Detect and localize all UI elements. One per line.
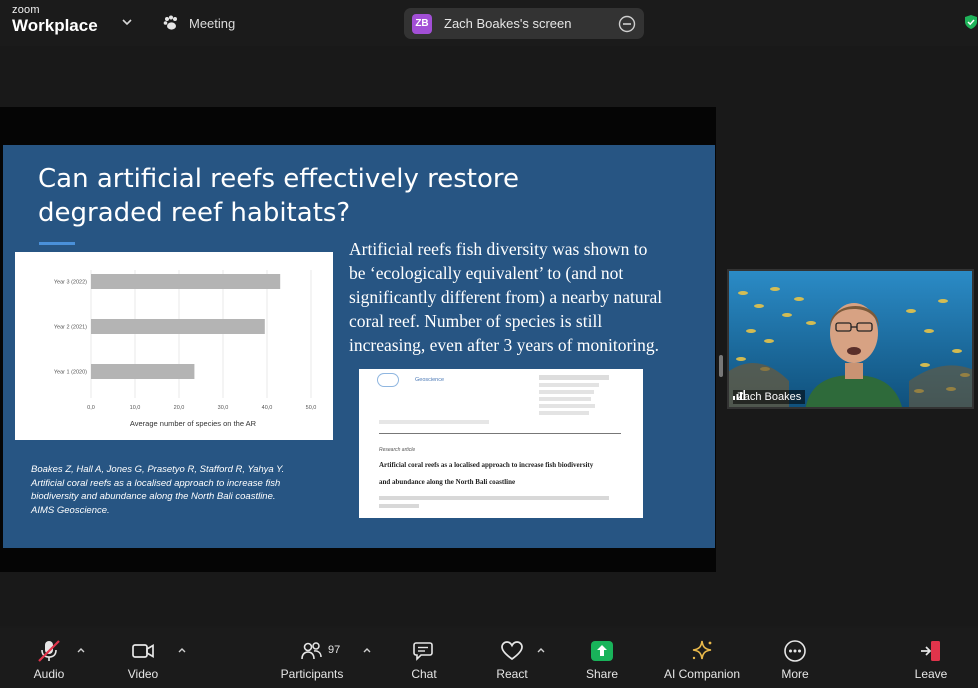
participants-options-caret-icon[interactable] xyxy=(362,646,372,654)
leave-label: Leave xyxy=(914,667,948,681)
paper-authors xyxy=(379,494,629,508)
body-line: coral reef. Number of species is still xyxy=(349,311,603,331)
share-button[interactable]: Share xyxy=(581,628,623,688)
body-line: Artificial reefs fish diversity was show… xyxy=(349,239,648,259)
meeting-label: Meeting xyxy=(189,15,236,31)
citation-line: Boakes Z, Hall A, Jones G, Prasetyo R, S… xyxy=(31,464,285,475)
participants-button[interactable]: Participants xyxy=(276,628,348,688)
signal-bars-icon xyxy=(733,390,745,400)
ai-sparkle-icon xyxy=(692,640,712,660)
citation-line: biodiversity and abundance along the Nor… xyxy=(31,491,276,502)
chart-category-label: Year 1 (2020) xyxy=(54,370,87,376)
screen-share-label: Zach Boakes's screen xyxy=(444,16,572,31)
body-line: increasing, even after 3 years of monito… xyxy=(349,335,660,355)
more-button[interactable]: More xyxy=(774,628,816,688)
chat-button[interactable]: Chat xyxy=(404,628,444,688)
paper-meta xyxy=(539,373,639,415)
chart-category-label: Year 3 (2022) xyxy=(54,280,87,286)
share-label: Share xyxy=(585,667,619,681)
chat-label: Chat xyxy=(411,667,437,681)
sharer-avatar: ZB xyxy=(412,13,432,34)
meeting-toolbar: Audio Video Participants 97 Chat React S… xyxy=(0,628,978,688)
paper-title: Artificial coral reefs as a localised ap… xyxy=(379,457,629,491)
citation-line: Artificial coral reefs as a localised ap… xyxy=(31,477,281,489)
participant-video-tile[interactable]: Zach Boakes xyxy=(727,269,974,409)
chart-x-axis-label: Average number of species on the AR xyxy=(130,419,257,428)
more-label: More xyxy=(781,667,809,681)
journal-name: Geoscience xyxy=(415,377,445,383)
react-options-caret-icon[interactable] xyxy=(536,646,546,654)
citation-text: Boakes Z, Hall A, Jones G, Prasetyo R, S… xyxy=(31,463,341,517)
slide-title: Can artificial reefs effectively restore… xyxy=(38,162,638,230)
participants-label: Participants xyxy=(280,667,344,681)
chart-category-label: Year 2 (2021) xyxy=(54,325,87,331)
video-feed xyxy=(729,271,972,407)
chart-bar xyxy=(91,274,281,289)
heart-icon xyxy=(501,641,523,661)
chevron-down-icon[interactable] xyxy=(120,15,134,29)
video-options-caret-icon[interactable] xyxy=(177,646,187,654)
security-shield-icon[interactable] xyxy=(964,14,978,30)
chart-tick-label: 50,0 xyxy=(306,405,317,411)
species-bar-chart: 0,0 10,0 20,0 30,0 40,0 50,0 Year 3 (2022) Year… xyxy=(15,252,333,440)
chart-bar xyxy=(91,319,265,334)
participants-count: 97 xyxy=(328,644,341,656)
meeting-menu[interactable]: Meeting xyxy=(162,13,235,33)
paper-title-line: Artificial coral reefs as a localised ap… xyxy=(379,461,594,469)
minus-circle-icon[interactable] xyxy=(618,15,636,33)
paper-url xyxy=(379,420,489,424)
citation-line: AIMS Geoscience. xyxy=(31,504,110,516)
brand-bottom: Workplace xyxy=(12,16,98,35)
ai-companion-button[interactable]: AI Companion xyxy=(656,628,748,688)
slide-title-line: Can artificial reefs effectively restore xyxy=(38,164,520,194)
slide-body-text: Artificial reefs fish diversity was show… xyxy=(349,237,709,357)
chart-tick-label: 10,0 xyxy=(130,405,141,411)
react-label: React xyxy=(496,667,528,681)
leave-door-icon xyxy=(921,641,940,661)
chart-tick-label: 0,0 xyxy=(87,405,95,411)
chat-bubble-icon xyxy=(413,642,433,661)
top-bar: zoom Workplace Meeting ZB Zach Boakes's … xyxy=(0,0,978,46)
body-line: be ‘ecologically equivalent’ to (and not xyxy=(349,263,624,283)
video-camera-icon xyxy=(132,644,154,658)
paper-title-line: and abundance along the North Bali coast… xyxy=(379,478,516,486)
more-dots-icon xyxy=(784,640,806,662)
paper-type: Research article xyxy=(379,447,416,453)
react-button[interactable]: React xyxy=(491,628,533,688)
participants-icon xyxy=(301,642,322,660)
paper-divider xyxy=(379,433,621,434)
chart-tick-label: 30,0 xyxy=(218,405,229,411)
microphone-muted-icon xyxy=(38,640,60,662)
screen-share-indicator[interactable]: ZB Zach Boakes's screen xyxy=(404,8,644,39)
chart-canvas: 0,0 10,0 20,0 30,0 40,0 50,0 Year 3 (2022) Year… xyxy=(54,270,317,428)
zoom-workplace-logo[interactable]: zoom Workplace xyxy=(12,4,98,35)
journal-logo xyxy=(377,373,399,387)
brand-top: zoom xyxy=(12,4,40,16)
slide-title-line: degraded reef habitats? xyxy=(38,198,351,228)
body-line: significantly different from) a nearby n… xyxy=(349,287,663,307)
participant-name-label: Zach Boakes xyxy=(733,390,806,404)
paw-icon xyxy=(163,15,177,30)
chart-tick-label: 20,0 xyxy=(174,405,185,411)
ai-companion-label: AI Companion xyxy=(663,667,741,681)
share-screen-icon xyxy=(591,641,613,661)
participant-name: Zach Boakes xyxy=(737,391,802,403)
chart-bar xyxy=(91,364,195,379)
audio-label: Audio xyxy=(33,667,65,681)
video-label: Video xyxy=(127,667,159,681)
presentation-slide: Can artificial reefs effectively restore… xyxy=(3,145,715,548)
audio-button[interactable]: Audio xyxy=(26,628,72,688)
leave-button[interactable]: Leave xyxy=(910,628,952,688)
paper-screenshot: Geoscience Research article Artificial c… xyxy=(359,369,643,518)
chart-tick-label: 40,0 xyxy=(262,405,273,411)
title-accent-line xyxy=(39,242,75,245)
video-button[interactable]: Video xyxy=(120,628,166,688)
resize-handle[interactable] xyxy=(719,355,723,377)
audio-options-caret-icon[interactable] xyxy=(76,646,86,654)
